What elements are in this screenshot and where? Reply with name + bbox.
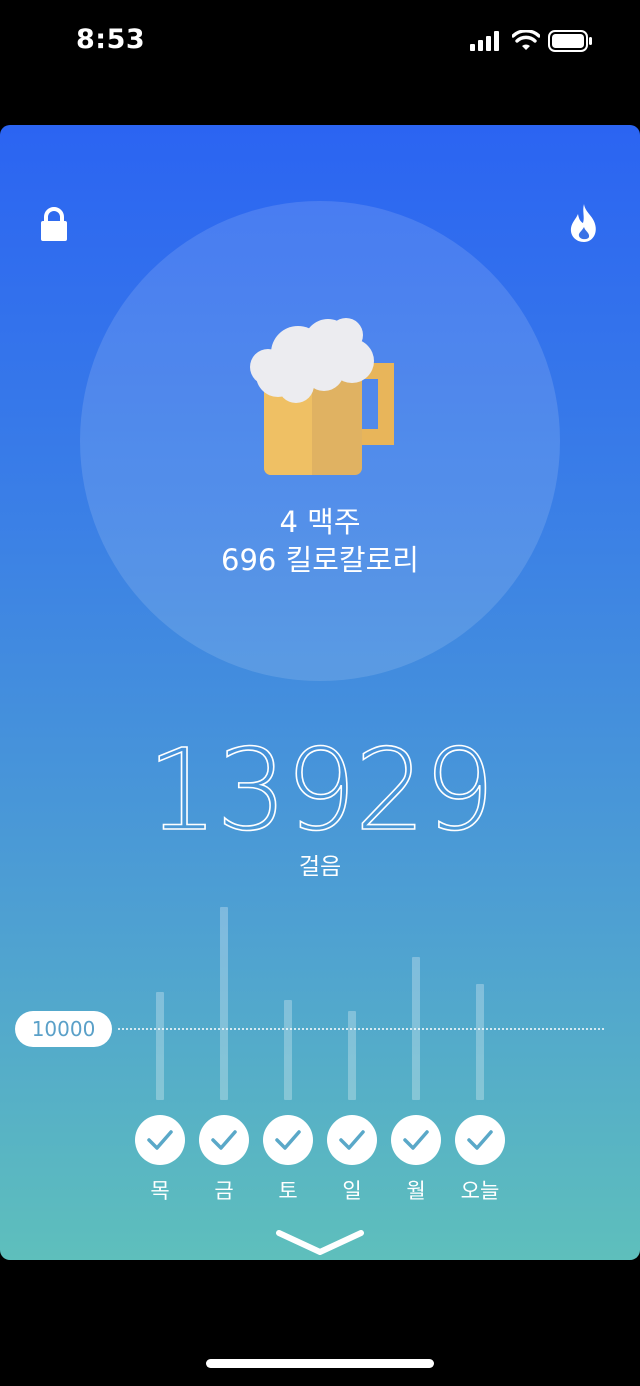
status-bar: 8:53 <box>0 0 640 90</box>
day-label: 금 <box>214 1179 234 1203</box>
chart-bar <box>220 907 228 1100</box>
checkmark-icon <box>147 1130 173 1150</box>
flame-icon[interactable] <box>567 203 601 243</box>
step-count: 13929 <box>146 726 496 856</box>
main-card: 4 맥주 696 킬로칼로리 13929 걸음 10000 목 금 토 일 월 오늘 <box>0 125 640 1260</box>
chart-bar <box>156 991 164 1100</box>
goal-check[interactable] <box>455 1115 505 1165</box>
goal-check[interactable] <box>135 1115 185 1165</box>
lock-icon[interactable] <box>40 207 68 241</box>
day-label: 일 <box>342 1179 362 1203</box>
chevron-down-icon[interactable] <box>276 1230 364 1258</box>
beer-mug-icon <box>250 318 394 475</box>
checkmark-icon <box>275 1130 301 1150</box>
chart-bar <box>284 999 292 1100</box>
checkmark-icon <box>467 1130 493 1150</box>
chart-bar <box>412 957 420 1100</box>
cellular-signal-icon <box>470 31 499 51</box>
goal-line <box>118 1028 604 1030</box>
chart-bar <box>476 984 484 1100</box>
beer-summary-circle[interactable]: 4 맥주 696 킬로칼로리 <box>80 201 560 681</box>
calories-label: 696 킬로칼로리 <box>221 543 419 577</box>
beer-count-label: 4 맥주 <box>279 505 361 539</box>
battery-icon <box>548 30 592 52</box>
status-icons <box>470 30 594 52</box>
home-indicator[interactable] <box>206 1359 434 1368</box>
checkmark-icon <box>403 1130 429 1150</box>
wifi-icon <box>512 30 540 50</box>
goal-check[interactable] <box>327 1115 377 1165</box>
chart-bar <box>348 1011 356 1100</box>
goal-check[interactable] <box>263 1115 313 1165</box>
checkmark-icon <box>339 1130 365 1150</box>
step-unit-label: 걸음 <box>298 854 342 880</box>
day-label: 토 <box>278 1179 298 1203</box>
day-label: 오늘 <box>460 1179 500 1203</box>
checkmark-icon <box>211 1130 237 1150</box>
status-time: 8:53 <box>76 24 146 55</box>
day-label: 월 <box>406 1179 426 1203</box>
goal-badge: 10000 <box>15 1011 112 1047</box>
goal-check[interactable] <box>391 1115 441 1165</box>
goal-check[interactable] <box>199 1115 249 1165</box>
day-label: 목 <box>150 1179 170 1203</box>
